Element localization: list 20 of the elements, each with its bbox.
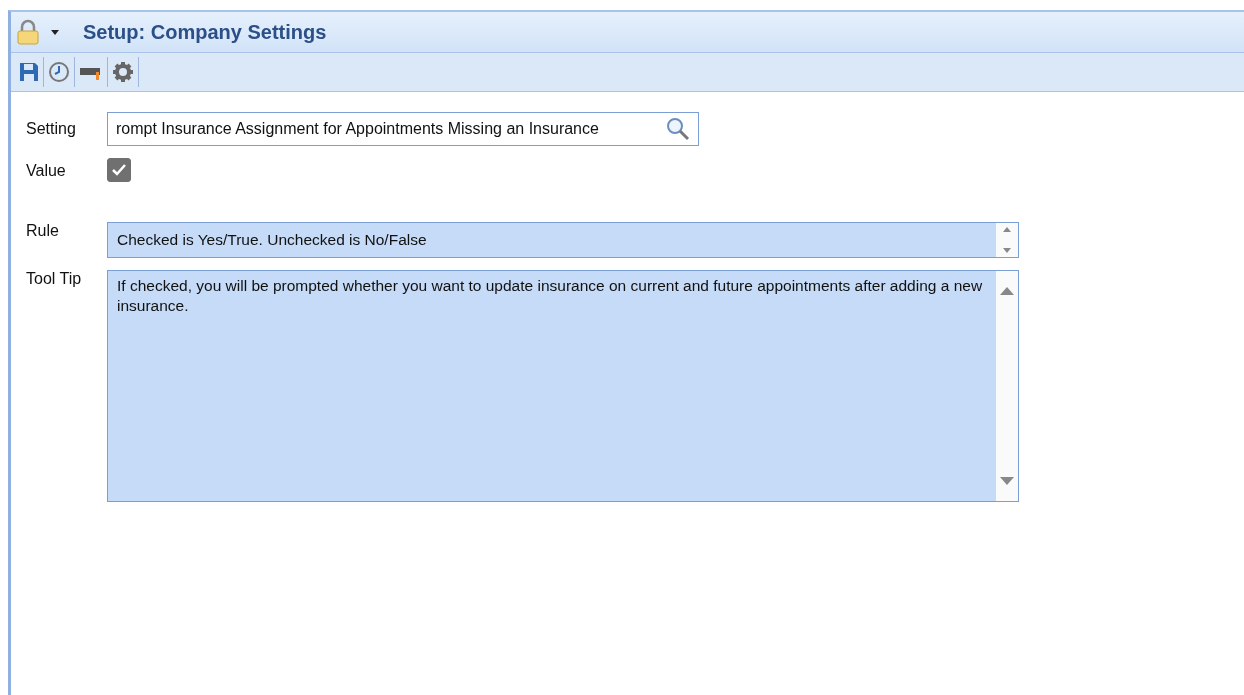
lock-icon xyxy=(15,19,41,45)
rule-field[interactable]: Checked is Yes/True. Unchecked is No/False xyxy=(107,222,1019,258)
scroll-down-icon xyxy=(1003,248,1011,253)
value-checkbox[interactable] xyxy=(107,158,131,182)
caret-icon xyxy=(51,29,59,35)
settings-icon xyxy=(112,61,134,83)
window-title: Setup: Company Settings xyxy=(83,20,327,44)
scroll-up-icon xyxy=(1003,227,1011,232)
search-icon xyxy=(666,117,690,141)
save-icon xyxy=(19,62,39,82)
field-label: Setting xyxy=(26,119,77,139)
scroll-down-icon xyxy=(1000,477,1014,485)
field-label: Tool Tip xyxy=(26,270,83,289)
field-label: Rule xyxy=(26,222,60,241)
clock-icon xyxy=(48,61,70,83)
scroll-up-icon xyxy=(1000,287,1014,295)
setting-field[interactable]: rompt Insurance Assignment for Appointments Missing an Insurance xyxy=(107,112,699,146)
checkmark-icon xyxy=(111,163,127,177)
field-label: Value xyxy=(26,161,67,181)
tool-tip-field[interactable]: If checked, you will be prompted whether you want to update insurance on current and future appointments after adding a new insurance. xyxy=(107,270,1019,502)
